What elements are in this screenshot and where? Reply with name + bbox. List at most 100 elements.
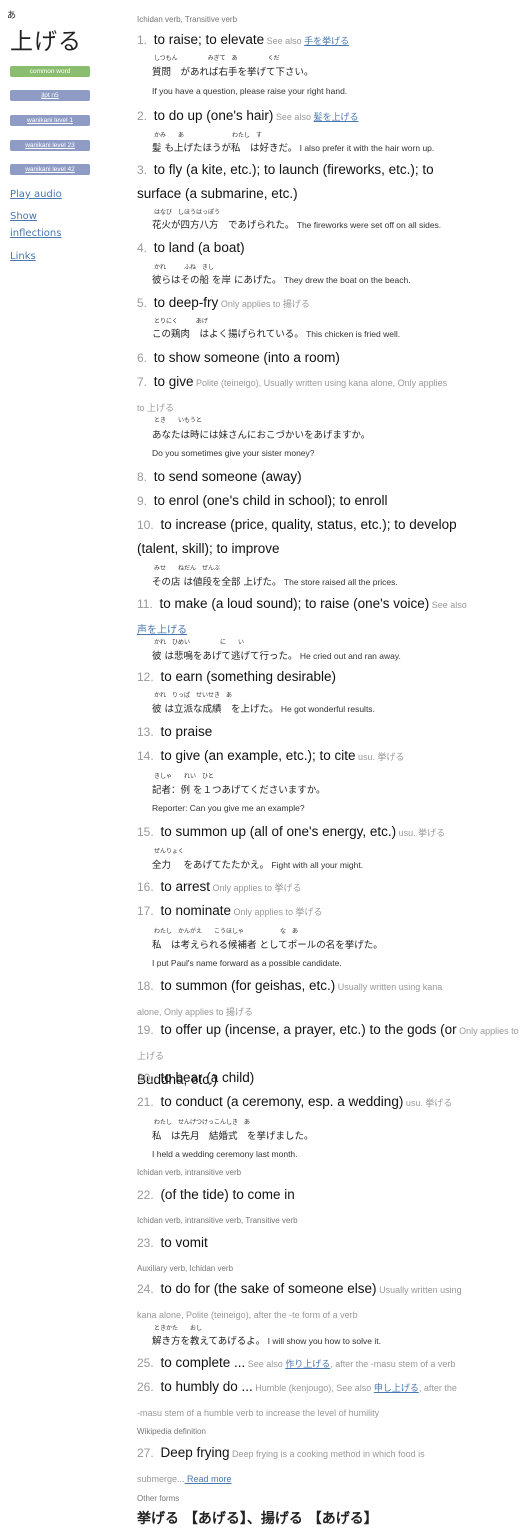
sense-item: 12. to earn (something desirable) <box>137 665 522 689</box>
play-audio-link[interactable]: Play audio <box>10 186 90 203</box>
sense-text: to humbly do ... <box>156 1379 253 1394</box>
sense-item: 27. Deep frying Deep frying is a cooking… <box>137 1441 522 1491</box>
sense-text: to give (an example, etc.); to cite <box>156 748 356 763</box>
sense-note: Polite (teineigo), Usually written using… <box>193 378 448 388</box>
sense-text: to arrest <box>156 879 210 894</box>
sense-number: 22. <box>137 1188 154 1202</box>
sense-note: Only applies to 揚げる <box>218 299 310 309</box>
sense-number: 14. <box>137 749 154 763</box>
sense-number: 17. <box>137 904 154 918</box>
sense-item: 11. to make (a loud sound); to raise (on… <box>137 592 522 643</box>
sense-number: 1. <box>137 33 148 47</box>
sense-item: 7. to give Polite (teineigo), Usually wr… <box>137 370 522 420</box>
sense-note: -masu stem of a humble verb to increase … <box>137 1408 380 1418</box>
sense-number: 3. <box>137 163 148 177</box>
sense-text: to bear (a child) <box>156 1070 255 1085</box>
links-link[interactable]: Links <box>10 248 90 265</box>
sense-text: to make (a loud sound); to raise (one's … <box>155 596 430 611</box>
sense-item: 2. to do up (one's hair) See also 髪を上げる <box>137 104 522 129</box>
sense-number: 15. <box>137 825 154 839</box>
see-also-link[interactable]: 声を上げる <box>137 625 187 636</box>
sense-note: Usually written using kana <box>335 982 443 992</box>
sense-note: to 上げる <box>137 403 175 413</box>
sense-number: 26. <box>137 1380 154 1394</box>
other-forms: 挙げる 【あげる】、揚げる 【あげる】 <box>137 1511 378 1527</box>
sense-text: to praise <box>156 724 213 739</box>
example-furigana: かれ ひめい に い <box>154 639 245 646</box>
sense-item: 18. to summon (for geishas, etc.) Usuall… <box>137 974 522 1024</box>
example-translation: This chicken is fried well. <box>303 329 401 339</box>
sense-text: to summon (for geishas, etc.) <box>156 978 336 993</box>
sense-item: 1. to raise; to elevate See also 手を挙げる <box>137 28 522 53</box>
sense-text: (talent, skill); to improve <box>137 541 280 556</box>
see-also-link[interactable]: 髪を上げる <box>313 112 358 122</box>
sense-number: 25. <box>137 1356 154 1370</box>
tag-jlpt[interactable]: jlpt n5 <box>10 90 90 101</box>
sense-item: 24. to do for (the sake of someone else)… <box>137 1277 522 1327</box>
example-japanese: その店 は値段を全部 上げた。 The store raised all the… <box>152 574 398 588</box>
see-also-link[interactable]: 手を挙げる <box>304 36 349 46</box>
sense-text: to deep-fry <box>150 295 219 310</box>
example-furigana: はなび しほうはっぽう <box>154 209 221 216</box>
example-translation: I also prefer it with the hair worn up. <box>297 143 435 153</box>
example-japanese-text: 私 は先月 結婚式 を挙げました。 <box>152 1131 314 1142</box>
sense-number: 19. <box>137 1023 154 1037</box>
sense-text: to nominate <box>156 903 231 918</box>
show-inflections-link[interactable]: Show inflections <box>10 208 90 242</box>
tag-wanikani-1[interactable]: wanikani level 1 <box>10 115 90 126</box>
sense-item: 4. to land (a boat) <box>137 236 522 260</box>
sense-item: 20. to bear (a child) <box>137 1066 522 1090</box>
see-also-link[interactable]: 申し上げる <box>374 1383 419 1393</box>
word-furigana: あ <box>7 11 17 21</box>
sense-item: 25. to complete ... See also 作り上げる, afte… <box>137 1351 522 1376</box>
example-furigana: かみ あ わたし す <box>154 132 263 139</box>
sense-text: to conduct (a ceremony, esp. a wedding) <box>156 1094 404 1109</box>
sense-text: to earn (something desirable) <box>156 669 337 684</box>
example-japanese-text: 彼 は立派な成績 を上げた。 <box>152 704 279 715</box>
example-japanese-text: 彼 は悲鳴をあげて逃げて行った。 <box>152 651 298 662</box>
sense-number: 12. <box>137 670 154 684</box>
sense-item: 3. to fly (a kite, etc.); to launch (fir… <box>137 158 522 206</box>
sense-note: Usually written using <box>376 1285 462 1295</box>
example-japanese: この鶏肉 はよく揚げられている。 This chicken is fried w… <box>152 326 400 340</box>
example-japanese: 全力 をあげてたたかえ。 Fight with all your might. <box>152 857 363 871</box>
sense-text: to do up (one's hair) <box>150 108 274 123</box>
sense-note: Only applies to 挙げる <box>209 883 302 893</box>
example-japanese: 彼らはその船 を岸 にあげた。 They drew the boat on th… <box>152 272 411 286</box>
sense-note: Humble (kenjougo), See also <box>252 1383 374 1393</box>
sense-text: to vomit <box>156 1235 208 1250</box>
sense-item: 13. to praise <box>137 720 522 744</box>
read-more-link[interactable]: Read more <box>185 1474 232 1484</box>
sense-note: kana alone, Polite (teineigo), after the… <box>137 1310 358 1320</box>
sense-item: 15. to summon up (all of one's energy, e… <box>137 820 522 845</box>
sense-note: , after the -masu stem of a verb <box>330 1359 456 1369</box>
example-furigana: きしゃ れい ひと <box>154 773 214 780</box>
example-translation: I held a wedding ceremony last month. <box>152 1149 298 1159</box>
sense-number: 16. <box>137 880 154 894</box>
sense-item: 9. to enrol (one's child in school); to … <box>137 489 522 513</box>
see-also-link[interactable]: 作り上げる <box>285 1359 330 1369</box>
example-japanese-text: あなたは時には妹さんにおこづかいをあげますか。 <box>152 430 371 441</box>
example-japanese: 質問 があれば右手を挙げて下さい。 <box>152 64 314 78</box>
sense-number: 20. <box>137 1071 154 1085</box>
example-translation: They drew the boat on the beach. <box>281 275 411 285</box>
example-japanese-text: 私 は考えられる候補者 としてポールの名を挙げた。 <box>152 940 383 951</box>
sense-number: 4. <box>137 241 148 255</box>
tag-wanikani-23[interactable]: wanikani level 23 <box>10 140 90 151</box>
sense-text: surface (a submarine, etc.) <box>137 186 298 201</box>
sense-text: to land (a boat) <box>150 240 245 255</box>
sense-item: 21. to conduct (a ceremony, esp. a weddi… <box>137 1090 522 1115</box>
sense-item: 16. to arrest Only applies to 挙げる <box>137 875 522 900</box>
example-japanese: 記者：例 を１つあげてくださいますか。 <box>152 782 326 796</box>
sense-text: to raise; to elevate <box>150 32 265 47</box>
example-japanese: あなたは時には妹さんにおこづかいをあげますか。 <box>152 427 370 441</box>
example-furigana: わたし かんがえ こうほしゃ な あ <box>154 928 299 935</box>
tag-wanikani-42[interactable]: wanikani level 42 <box>10 164 90 175</box>
example-furigana: しつもん みぎて あ くだ <box>154 55 280 62</box>
example-translation: Do you sometimes give your sister money? <box>152 448 315 458</box>
sense-item: 26. to humbly do ... Humble (kenjougo), … <box>137 1375 522 1425</box>
example-japanese-text: 記者：例 を１つあげてくださいますか。 <box>152 785 326 796</box>
example-japanese: 解き方を教えてあげるよ。 I will show you how to solv… <box>152 1333 381 1347</box>
example-japanese-text: 髪 も上げたほうが私 は好きだ。 <box>152 143 298 154</box>
sense-text: to fly (a kite, etc.); to launch (firewo… <box>150 162 434 177</box>
